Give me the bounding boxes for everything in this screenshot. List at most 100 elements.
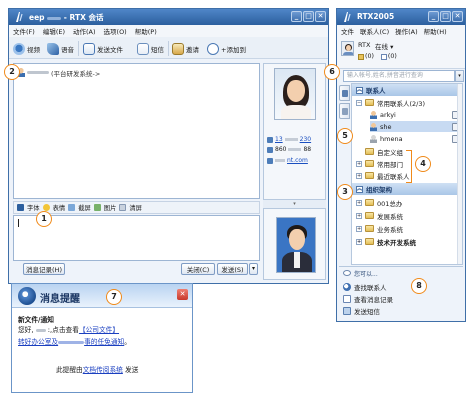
website: nt.com [267,157,308,164]
close-button[interactable]: ✕ [315,11,326,22]
add-to-button[interactable]: +添加到 [207,42,246,56]
rtx-title: RTX2005 [357,12,395,21]
close-button[interactable]: ✕ [452,11,463,22]
find-contact-link[interactable]: 查找联系人 [343,281,387,292]
org-item[interactable]: + 发展系统 [356,210,403,221]
section-contacts-header[interactable]: ︽ 联系人 [352,84,462,96]
search-icon [343,282,351,291]
tab-mobile[interactable] [339,103,350,119]
add-icon [207,43,219,55]
popup-greeting: 您好, :,点击查看【公司文件】 [18,326,120,334]
menu-help[interactable]: 帮助(P) [135,26,157,36]
org-item[interactable]: +001总办 [356,197,402,208]
menu-help[interactable]: 帮助(H) [424,26,447,36]
popup-footer: 此提醒由文档传阅系统 发送 [56,366,139,374]
send-file-button[interactable]: 发送文件 [83,42,123,56]
menu-action[interactable]: 操作(A) [395,26,418,36]
menu-contacts[interactable]: 联系人(C) [360,26,389,36]
doc-system-link[interactable]: 文档传阅系统 [83,366,123,374]
callout-6: 6 [324,64,340,80]
history-icon [343,294,351,303]
folder-icon [365,225,374,232]
rtx-titlebar[interactable]: RTX2005 _ □ ✕ [337,9,465,25]
view-history-link[interactable]: 查看消息记录 [343,293,393,304]
callout-8: 8 [411,278,427,294]
clear-screen-button[interactable]: 清屏 [129,203,142,212]
status-dropdown[interactable]: 在线 ▾ [375,41,393,51]
tree-scrollbar[interactable] [457,84,462,264]
send-sms-link[interactable]: 发送短信 [343,305,380,316]
contact-item[interactable]: hmena [370,133,458,144]
popup-notice-link[interactable]: 转好办公室及 事的任免通知。 [18,336,131,346]
invite-button[interactable]: 邀请 [172,42,199,56]
group-custom[interactable]: 自定义组 [356,146,403,157]
search-dropdown-button[interactable]: ▾ [455,70,464,82]
contact-item[interactable]: arkyi [370,109,458,120]
org-item[interactable]: + 业务系统 [356,223,403,234]
screenshot-button[interactable]: 截屏 [78,203,91,212]
expand-toggle-icon: + [356,172,362,179]
menu-edit[interactable]: 编辑(E) [43,26,65,36]
group-recent[interactable]: + 最近联系人 [356,170,410,181]
collapse-icon: ︽ [356,185,363,193]
contact-item-selected[interactable]: she [370,121,458,132]
minimize-button[interactable]: _ [428,11,439,22]
chat-title: eep - RTX 会话 [29,13,104,22]
self-photo [276,217,316,273]
contact-photo [274,68,316,120]
sms-button[interactable]: 短信 [137,42,164,56]
maximize-button[interactable]: □ [303,11,314,22]
popup-close-button[interactable]: ✕ [177,289,188,300]
maximize-button[interactable]: □ [440,11,451,22]
callout-4-bracket [406,150,412,183]
menu-options[interactable]: 选项(O) [104,26,127,36]
font-icon [17,204,24,211]
panel-splitter[interactable]: ▾ [263,200,326,208]
message-history-area[interactable]: (平台研发系统-> [13,63,260,199]
screenshot-icon [68,204,76,211]
side-tabs [339,83,350,263]
popup-title: 消息提醒 [40,294,80,305]
menu-file[interactable]: 文件(F) [13,26,35,36]
message-count[interactable]: (0) [358,53,374,60]
menu-action[interactable]: 动作(A) [73,26,96,36]
video-button[interactable]: 视频 [13,42,40,56]
menu-file[interactable]: 文件 [341,26,354,36]
image-button[interactable]: 图片 [104,203,117,212]
file-icon [83,43,95,55]
collapse-toggle-icon: − [356,99,362,106]
org-item[interactable]: + 技术开发系统 [356,236,416,247]
emoticon-button[interactable]: 表情 [53,203,66,212]
group-common-dept[interactable]: + 常用部门 [356,158,403,169]
contact-profile-panel: 13 230 860 88 nt.com [263,63,326,200]
quick-actions-panel: 您可以... 查找联系人 查看消息记录 发送短信 [339,266,463,320]
avatar[interactable] [341,41,354,56]
tab-contacts[interactable] [339,85,350,101]
mail-count[interactable]: (0) [380,53,397,60]
mobile-tab-icon [342,108,348,115]
voice-button[interactable]: 语音 [47,42,74,56]
self-photo-panel [263,208,326,280]
phone-icon [267,146,273,153]
popup-heading: 新文件/通知 [18,316,54,324]
chat-titlebar[interactable]: eep - RTX 会话 _ □ ✕ [9,9,328,25]
font-button[interactable]: 字体 [27,203,40,212]
person-online-icon [370,122,377,131]
message-history-button[interactable]: 消息记录(H) [23,263,65,275]
folder-icon [365,238,374,245]
company-files-link[interactable]: 【公司文件】 [79,326,119,334]
contact-search-input[interactable]: 输入帐号,姓名,拼音进行查询 [343,70,455,82]
person-online-icon [370,110,377,119]
send-options-dropdown[interactable]: ▾ [249,263,258,275]
collapse-icon: ︽ [356,86,363,94]
close-chat-button[interactable]: 关闭(C) [181,263,215,275]
rtx-logo-icon [14,11,25,23]
group-common-contacts[interactable]: − 常用联系人(2/3) [356,97,425,108]
user-status-panel: RTX 在线 ▾ (0) (0) [337,37,465,69]
folder-icon [365,199,374,206]
folder-icon [365,212,374,219]
you-can-header[interactable]: 您可以... [343,268,459,278]
section-org-header[interactable]: ︽ 组织架构 [352,183,462,195]
send-button[interactable]: 发送(S) [217,263,248,275]
minimize-button[interactable]: _ [291,11,302,22]
